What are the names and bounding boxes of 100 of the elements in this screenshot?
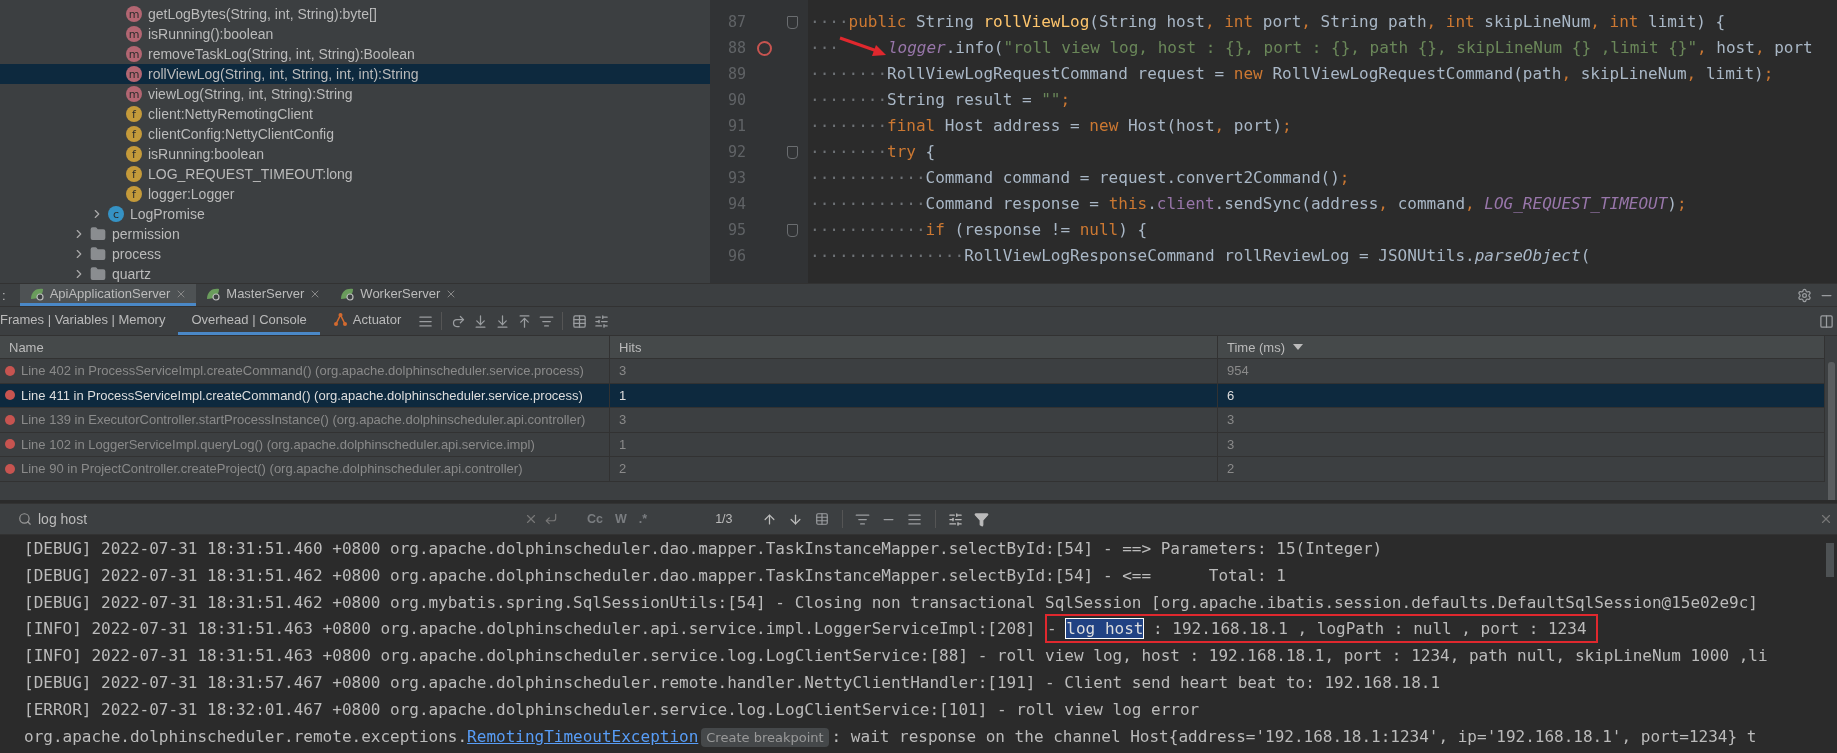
debug-tab[interactable]: Frames | Variables | Memory	[0, 307, 179, 335]
breakpoint-icon[interactable]	[756, 40, 772, 56]
console-text: -	[1047, 619, 1058, 639]
code-line: Command response = this.client.sendSync(address, command, LOG_REQUEST_TIMEOUT);	[925, 193, 1687, 215]
field-icon: f	[126, 126, 142, 142]
run-tab[interactable]: MasterServer	[196, 284, 331, 306]
tree-item-label: removeTaskLog(String, int, String):Boolean	[148, 46, 415, 62]
field-icon: f	[126, 186, 142, 202]
console-text: : wait response on the channel Host{address='192.168.18.1:1234', ip='192.168.18.1', port=1234} t	[831, 726, 1757, 746]
method-icon: m	[126, 66, 142, 82]
fold-marker-icon[interactable]	[786, 15, 798, 29]
code-line: final Host address = new Host(host, port);	[887, 115, 1292, 137]
spring-leaf-icon	[28, 286, 45, 301]
field-icon: f	[126, 166, 142, 182]
tree-item-label: client:NettyRemotingClient	[148, 106, 313, 122]
console-text: [DEBUG] 2022-07-31 18:31:51.462 +0800 org.apache.dolphinscheduler.dao.mapper.TaskInstanceMapper.selectById:[54] - <== Total: 1	[24, 565, 1286, 585]
whitespace-dots: ················	[810, 245, 965, 267]
tree-item[interactable]: m viewLog(String, int, String):String	[0, 84, 710, 104]
run-tab[interactable]: ApiApplicationServer	[19, 284, 197, 306]
whitespace-dots: ········	[810, 141, 888, 163]
table-cell[interactable]: Line 139 in ExecutorController.startProcessInstance() (org.apache.dolphinscheduler.api.controller)	[0, 408, 610, 433]
tree-item-label: permission	[112, 226, 180, 242]
table-cell[interactable]: Line 411 in ProcessServiceImpl.createCommand() (org.apache.dolphinscheduler.service.process)	[0, 383, 610, 408]
match-count: 1/3	[714, 512, 734, 526]
scrollbar-thumb[interactable]	[1826, 543, 1834, 577]
exception-link[interactable]: RemotingTimeoutException	[467, 726, 699, 746]
tree-item[interactable]: f client:NettyRemotingClient	[0, 104, 710, 124]
console-text: org.apache.dolphinscheduler.remote.exceptions.	[24, 726, 468, 746]
newline-icon[interactable]	[544, 512, 558, 526]
tree-item[interactable]: m rollViewLog(String, int, String, int, int):String	[0, 64, 710, 84]
table-cell: 1	[610, 383, 1218, 408]
table-cell[interactable]: Line 90 in ProjectController.createProject() (org.apache.dolphinscheduler.api.controller)	[0, 457, 610, 482]
table-cell[interactable]: Line 102 in LoggerServiceImpl.queryLog() (org.apache.dolphinscheduler.api.service.impl)	[0, 432, 610, 457]
code-line: public String rollViewLog(String host, int port, String path, int skipLineNum, int limit) {	[848, 11, 1726, 33]
table-cell[interactable]: Line 402 in ProcessServiceImpl.createCommand() (org.apache.dolphinscheduler.service.process)	[0, 359, 610, 384]
table-cell: 1	[610, 432, 1218, 457]
console-text: [DEBUG] 2022-07-31 18:31:51.460 +0800 org.apache.dolphinscheduler.dao.mapper.TaskInstanceMapper.selectById:[54] - ==> Parameters: 15(Integer)	[24, 539, 1383, 558]
console-text: [DEBUG] 2022-07-31 18:31:57.467 +0800 org.apache.dolphinscheduler.remote.handler.NettyClientHandler:[191] - Client send heart beat to: 192.168.18.1	[24, 673, 1441, 692]
method-icon: m	[126, 46, 142, 62]
tree-item[interactable]: permission	[0, 224, 710, 244]
code-line: try {	[887, 141, 936, 163]
method-icon: m	[126, 26, 142, 42]
debug-tab[interactable]: Actuator	[319, 307, 415, 335]
folder-icon	[90, 246, 106, 262]
tree-item[interactable]: quartz	[0, 264, 710, 283]
tree-item-label: clientConfig:NettyClientConfig	[148, 126, 334, 142]
fold-marker-icon[interactable]	[786, 145, 798, 159]
column-header[interactable]: Time (ms)	[1218, 336, 1825, 359]
console-text: [INFO] 2022-07-31 18:31:51.463 +0800 org.apache.dolphinscheduler.service.log.LogClientService:[88] - roll view log, host : 192.168.18.1, port : 1234, path null, skipLineNum 1000 ,li	[24, 646, 1768, 666]
code-line: RollViewLogRequestCommand request = new RollViewLogRequestCommand(path, skipLineNum, limit);	[887, 63, 1774, 85]
tree-item[interactable]: m isRunning():boolean	[0, 24, 710, 44]
tree-item[interactable]: process	[0, 244, 710, 264]
search-input[interactable]: log host	[38, 511, 518, 527]
code-line: Command command = request.convert2Command();	[925, 167, 1350, 189]
console-text: [ERROR] 2022-07-31 18:32:01.467 +0800 org.apache.dolphinscheduler.service.log.LogClientService:[101] - roll view log error	[24, 699, 1200, 719]
clear-icon[interactable]	[524, 512, 538, 526]
whitespace-dots: ············	[810, 219, 926, 241]
tree-item[interactable]: m removeTaskLog(String, int, String):Boolean	[0, 44, 710, 64]
table-cell: 3	[610, 359, 1218, 384]
tree-item[interactable]: c LogPromise	[0, 204, 710, 224]
tree-item[interactable]: f LOG_REQUEST_TIMEOUT:long	[0, 164, 710, 184]
network-nodes-icon	[332, 312, 348, 327]
tree-item[interactable]: f logger:Logger	[0, 184, 710, 204]
search-match: log host	[1066, 619, 1144, 639]
search-icon	[18, 512, 32, 526]
code-line: RollViewLogResponseCommand rollReviewLog = JSONUtils.parseObject(	[964, 245, 1591, 267]
whitespace-dots: ········	[810, 115, 888, 137]
tree-item-label: viewLog(String, int, String):String	[148, 86, 353, 102]
code-line: logger.info("roll view log, host : {}, port : {}, path {}, skipLineNum {} ,limit {}", host, port	[887, 37, 1813, 59]
table-cell: 2	[1218, 457, 1825, 482]
method-icon: m	[126, 86, 142, 102]
create-breakpoint-button[interactable]: Create breakpoint	[701, 727, 829, 747]
whitespace-dots: ············	[810, 193, 926, 215]
whitespace-dots: ···	[810, 37, 839, 59]
column-header[interactable]: Hits	[610, 336, 1218, 359]
whitespace-dots: ········	[810, 63, 888, 85]
console-text: [DEBUG] 2022-07-31 18:31:51.462 +0800 org.mybatis.spring.SqlSessionUtils:[54] - Closing non transactional SqlSession [org.apache.ibatis.session.defaults.DefaultSqlSession@15e02e9c]	[24, 592, 1758, 612]
breakpoint-icon	[5, 365, 15, 376]
table-cell: 3	[1218, 432, 1825, 457]
console-text: [INFO] 2022-07-31 18:31:51.463 +0800 org.apache.dolphinscheduler.api.service.impl.LoggerServiceImpl:[208]	[24, 619, 1037, 639]
run-tab[interactable]: WorkerServer	[330, 284, 467, 306]
tree-item[interactable]: m getLogBytes(String, int, String):byte[]	[0, 4, 710, 24]
tree-item-label: LOG_REQUEST_TIMEOUT:long	[148, 166, 353, 182]
table-cell: 6	[1218, 383, 1825, 408]
whitespace-dots: ····	[810, 11, 849, 33]
code-line: String result = "";	[887, 89, 1071, 111]
tree-item[interactable]: f isRunning:boolean	[0, 144, 710, 164]
breakpoint-icon	[5, 414, 15, 425]
table-cell: 2	[610, 457, 1218, 482]
fold-marker-icon[interactable]	[786, 223, 798, 237]
field-icon: f	[126, 146, 142, 162]
tree-item-label: isRunning:boolean	[148, 146, 264, 162]
tree-item-label: quartz	[112, 266, 151, 282]
scrollbar-thumb[interactable]	[1827, 362, 1835, 500]
whitespace-dots: ········	[810, 89, 888, 111]
breakpoint-icon	[5, 439, 15, 450]
tree-item[interactable]: f clientConfig:NettyClientConfig	[0, 124, 710, 144]
breakpoint-icon	[5, 390, 15, 401]
column-header[interactable]: Name	[0, 336, 610, 359]
table-cell: 3	[610, 408, 1218, 433]
